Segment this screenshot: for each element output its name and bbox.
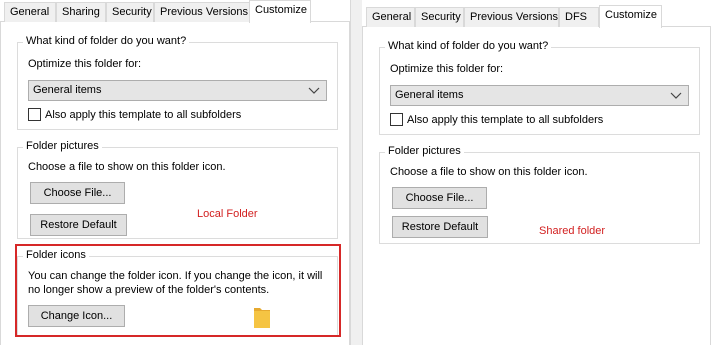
optimize-dropdown[interactable]: General items <box>390 85 689 106</box>
panel-divider <box>350 0 362 345</box>
group-label-folder-type: What kind of folder do you want? <box>23 35 190 47</box>
tab-customize[interactable]: Customize <box>599 5 662 28</box>
right-properties-panel: General Security Previous Versions DFS C… <box>362 5 711 345</box>
folder-type-group: What kind of folder do you want? Optimiz… <box>17 35 338 130</box>
chevron-down-icon <box>308 87 320 94</box>
dropdown-value: General items <box>395 89 464 101</box>
tab-previous-versions[interactable]: Previous Versions <box>464 7 559 27</box>
apply-subfolders-row[interactable]: Also apply this template to all subfolde… <box>390 113 603 126</box>
group-label-folder-type: What kind of folder do you want? <box>385 40 552 52</box>
apply-subfolders-row[interactable]: Also apply this template to all subfolde… <box>28 108 241 121</box>
left-tab-content: What kind of folder do you want? Optimiz… <box>0 22 350 345</box>
dropdown-value: General items <box>33 84 102 96</box>
choose-file-button[interactable]: Choose File... <box>30 182 125 204</box>
group-label-folder-pictures: Folder pictures <box>385 145 464 157</box>
folder-pictures-group: Folder pictures Choose a file to show on… <box>17 140 338 239</box>
apply-subfolders-checkbox[interactable] <box>28 108 41 121</box>
tab-dfs[interactable]: DFS <box>559 7 599 27</box>
pictures-description: Choose a file to show on this folder ico… <box>28 161 226 173</box>
apply-subfolders-checkbox[interactable] <box>390 113 403 126</box>
highlight-box <box>15 244 341 337</box>
optimize-label: Optimize this folder for: <box>28 58 142 70</box>
chevron-down-icon <box>670 92 682 99</box>
shared-folder-annotation: Shared folder <box>539 225 606 237</box>
tab-security[interactable]: Security <box>415 7 464 27</box>
pictures-description: Choose a file to show on this folder ico… <box>390 166 588 178</box>
apply-subfolders-label: Also apply this template to all subfolde… <box>45 108 242 121</box>
right-tab-strip: General Security Previous Versions DFS C… <box>362 5 711 28</box>
optimize-dropdown[interactable]: General items <box>28 80 327 101</box>
apply-subfolders-label: Also apply this template to all subfolde… <box>407 113 604 126</box>
tab-previous-versions[interactable]: Previous Versions <box>154 2 250 22</box>
left-tab-strip: General Sharing Security Previous Versio… <box>0 0 350 23</box>
restore-default-button[interactable]: Restore Default <box>392 216 488 238</box>
tab-general[interactable]: General <box>366 7 415 27</box>
tab-general[interactable]: General <box>4 2 56 22</box>
left-properties-panel: General Sharing Security Previous Versio… <box>0 0 350 345</box>
choose-file-button[interactable]: Choose File... <box>392 187 487 209</box>
right-tab-content: What kind of folder do you want? Optimiz… <box>362 27 711 345</box>
folder-icon <box>254 308 270 328</box>
tab-sharing[interactable]: Sharing <box>56 2 106 22</box>
folder-type-group: What kind of folder do you want? Optimiz… <box>379 40 700 135</box>
local-folder-annotation: Local Folder <box>197 208 258 220</box>
tab-security[interactable]: Security <box>106 2 154 22</box>
group-label-folder-pictures: Folder pictures <box>23 140 102 152</box>
restore-default-button[interactable]: Restore Default <box>30 214 127 236</box>
tab-customize[interactable]: Customize <box>249 0 311 23</box>
optimize-label: Optimize this folder for: <box>390 63 504 75</box>
